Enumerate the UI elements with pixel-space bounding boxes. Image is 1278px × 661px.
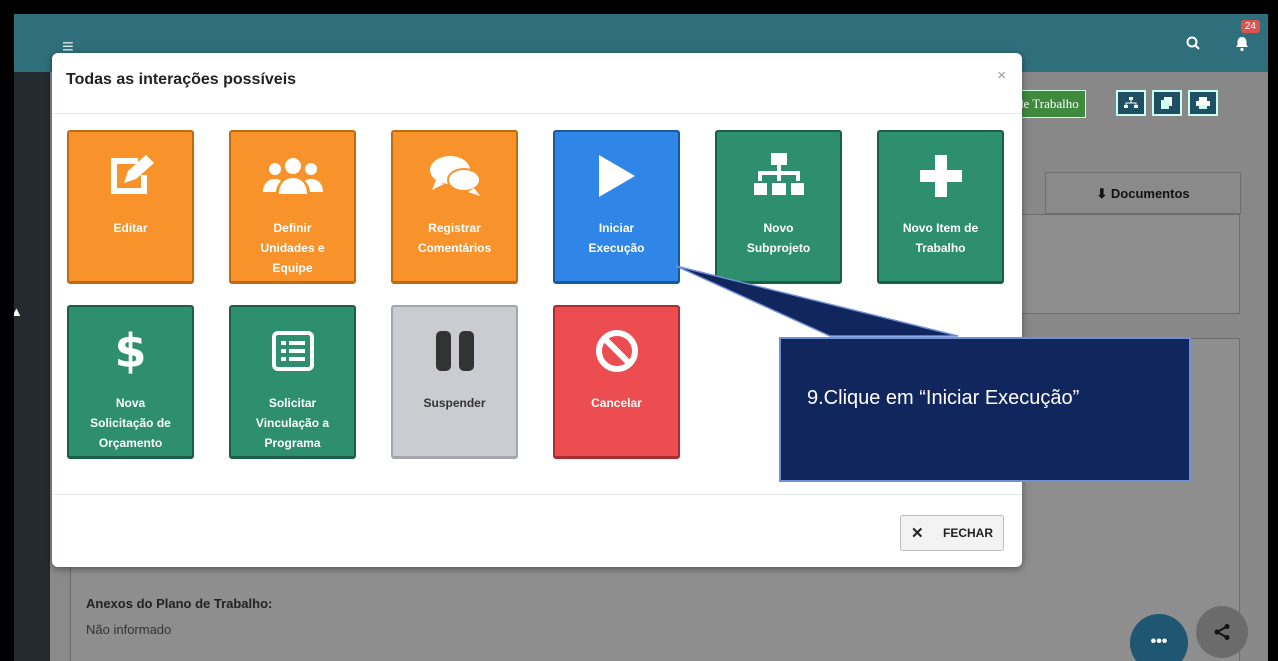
action-cancelar[interactable]: Cancelar <box>553 305 680 459</box>
divider <box>52 494 1022 495</box>
dollar-icon: $ <box>114 324 147 378</box>
action-label-line: Comentários <box>417 241 492 255</box>
action-label: Suspender <box>423 396 486 410</box>
action-label-line: Iniciar <box>598 221 635 235</box>
interactions-modal: Todas as interações possíveis × Editar D… <box>52 53 1022 567</box>
fechar-button[interactable]: ✕ FECHAR <box>900 515 1004 551</box>
plus-icon <box>879 152 1002 200</box>
notification-badge: 24 <box>1240 20 1260 33</box>
action-label-line: Novo Item de <box>902 221 979 235</box>
edit-icon <box>69 152 192 200</box>
action-editar[interactable]: Editar <box>67 130 194 284</box>
sitemap-icon <box>717 152 840 200</box>
comments-icon <box>393 152 516 200</box>
action-label-line: Registrar <box>428 221 481 235</box>
action-label-line: Orçamento <box>98 436 163 450</box>
action-label-line: Subprojeto <box>746 241 811 255</box>
download-icon: ⬇ <box>1096 186 1111 201</box>
tab-documentos-label: Documentos <box>1110 186 1190 201</box>
action-label-line: Trabalho <box>915 241 966 255</box>
pause-icon <box>393 327 516 375</box>
action-label-line: Equipe <box>272 261 313 275</box>
tab-documentos[interactable]: ⬇ Documentos <box>1045 172 1241 214</box>
action-label-line: Unidades e <box>260 241 325 255</box>
action-label: Cancelar <box>591 396 642 410</box>
modal-title: Todas as interações possíveis <box>66 71 297 88</box>
action-novo-item-trabalho[interactable]: Novo Item de Trabalho <box>877 130 1004 284</box>
bell-icon[interactable] <box>1234 36 1250 57</box>
action-label: Editar <box>113 221 148 235</box>
action-label-line: Nova <box>115 396 146 410</box>
action-definir-unidades[interactable]: Definir Unidades e Equipe <box>229 130 356 284</box>
action-suspender[interactable]: Suspender <box>391 305 518 459</box>
hierarchy-button[interactable] <box>1116 90 1146 116</box>
action-solicitar-vinculacao[interactable]: Solicitar Vinculação a Programa <box>229 305 356 459</box>
sidebar: ▲ <box>14 72 50 661</box>
action-label-line: Programa <box>264 436 321 450</box>
action-label-line: Execução <box>588 241 645 255</box>
annex-value: Não informado <box>86 622 172 637</box>
instruction-callout: 9.Clique em “Iniciar Execução” <box>779 337 1191 482</box>
action-nova-solicitacao-orcamento[interactable]: $ Nova Solicitação de Orçamento <box>67 305 194 459</box>
copy-button[interactable] <box>1152 90 1182 116</box>
play-icon <box>555 152 678 200</box>
action-label-line: Solicitação de <box>90 416 171 430</box>
users-icon <box>231 152 354 200</box>
action-label-line: Vinculação a <box>255 416 330 430</box>
action-label-line: Definir <box>273 221 312 235</box>
search-icon[interactable] <box>1186 36 1200 54</box>
action-label-line: Solicitar <box>268 396 317 410</box>
action-label-line: Novo <box>763 221 794 235</box>
share-button[interactable] <box>1196 606 1248 658</box>
modal-close-button[interactable]: × <box>997 67 1006 84</box>
ban-icon <box>555 327 678 375</box>
action-registrar-comentarios[interactable]: Registrar Comentários <box>391 130 518 284</box>
user-icon[interactable]: ▲ <box>14 304 23 319</box>
divider <box>52 113 1022 114</box>
print-button[interactable] <box>1188 90 1218 116</box>
action-iniciar-execucao[interactable]: Iniciar Execução <box>553 130 680 284</box>
annex-label: Anexos do Plano de Trabalho: <box>86 596 273 611</box>
callout-text: 9.Clique em “Iniciar Execução” <box>807 387 1080 409</box>
list-icon <box>231 327 354 375</box>
close-icon: ✕ <box>911 525 924 542</box>
fechar-label: FECHAR <box>943 526 993 540</box>
background-panel <box>1020 214 1240 314</box>
action-novo-subprojeto[interactable]: Novo Subprojeto <box>715 130 842 284</box>
